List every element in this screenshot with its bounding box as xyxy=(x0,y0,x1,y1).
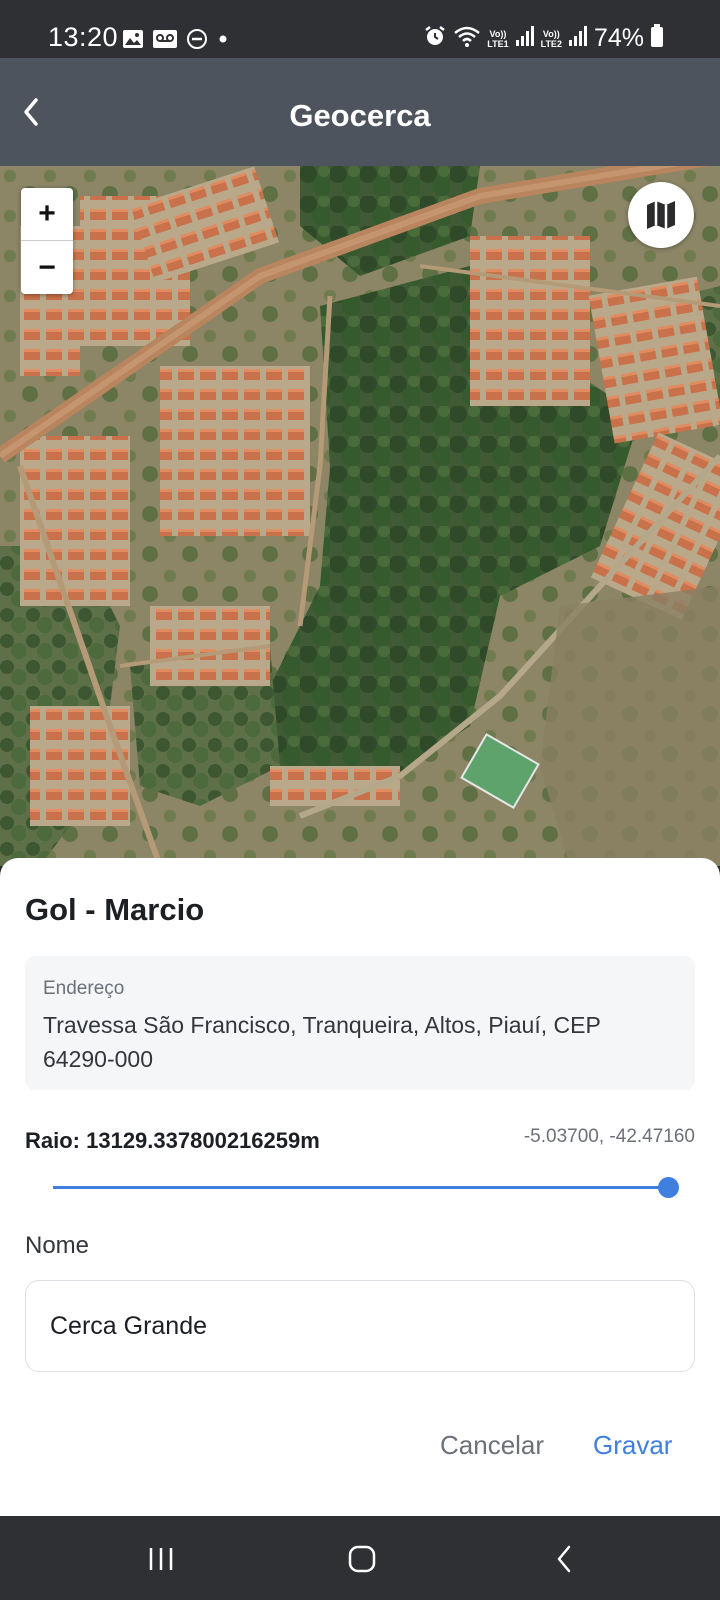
slider-thumb[interactable] xyxy=(658,1177,679,1198)
address-label: Endereço xyxy=(43,978,125,999)
gallery-icon xyxy=(122,29,144,54)
map-layers-icon xyxy=(647,201,675,229)
battery-icon xyxy=(650,24,664,53)
cancel-button[interactable]: Cancelar xyxy=(440,1430,544,1461)
signal-2-icon xyxy=(568,25,588,52)
signal-1-icon xyxy=(515,25,535,52)
battery-level: 74% xyxy=(593,24,644,52)
vehicle-title: Gol - Marcio xyxy=(25,892,205,927)
system-nav-bar xyxy=(0,1516,720,1600)
wifi-icon xyxy=(453,25,481,52)
name-input[interactable] xyxy=(25,1280,695,1372)
radius-label: Raio: 13129.337800216259m xyxy=(25,1128,320,1153)
recents-icon xyxy=(149,1548,173,1570)
nav-back-button[interactable] xyxy=(535,1534,595,1584)
name-label: Nome xyxy=(25,1232,90,1259)
zoom-in-button[interactable]: + xyxy=(21,188,73,241)
save-button[interactable]: Gravar xyxy=(593,1430,672,1461)
recents-button[interactable] xyxy=(131,1534,191,1584)
app-bar: Geocerca xyxy=(0,58,720,166)
home-icon xyxy=(348,1545,376,1573)
voicemail-icon xyxy=(152,29,178,54)
page-title: Geocerca xyxy=(289,98,431,133)
coordinates-text: -5.03700, -42.47160 xyxy=(523,1126,695,1147)
zoom-out-button[interactable]: − xyxy=(21,241,73,294)
status-time: 13:20 xyxy=(48,22,119,52)
map-imagery xyxy=(0,166,720,866)
slider-track xyxy=(53,1186,668,1189)
lte1-indicator: Vo)) LTE1 xyxy=(487,28,509,49)
do-not-disturb-icon xyxy=(186,28,208,55)
address-value: Travessa São Francisco, Tranqueira, Alto… xyxy=(43,1012,601,1072)
zoom-controls: + − xyxy=(21,188,73,294)
radius-slider[interactable] xyxy=(53,1176,679,1200)
map-type-button[interactable] xyxy=(628,182,694,248)
home-button[interactable] xyxy=(332,1534,392,1584)
back-icon xyxy=(557,1545,571,1573)
lte2-indicator: Vo)) LTE2 xyxy=(540,28,562,49)
notification-dot-icon xyxy=(216,32,230,51)
geofence-sheet: Gol - Marcio Endereço Travessa São Franc… xyxy=(0,858,720,1516)
status-bar: 13:20 Vo)) LTE1 Vo)) LTE2 74% xyxy=(0,0,720,58)
satellite-map[interactable]: + − xyxy=(0,166,720,866)
alarm-icon xyxy=(423,24,447,53)
address-card: Endereço Travessa São Francisco, Tranque… xyxy=(25,956,695,1090)
